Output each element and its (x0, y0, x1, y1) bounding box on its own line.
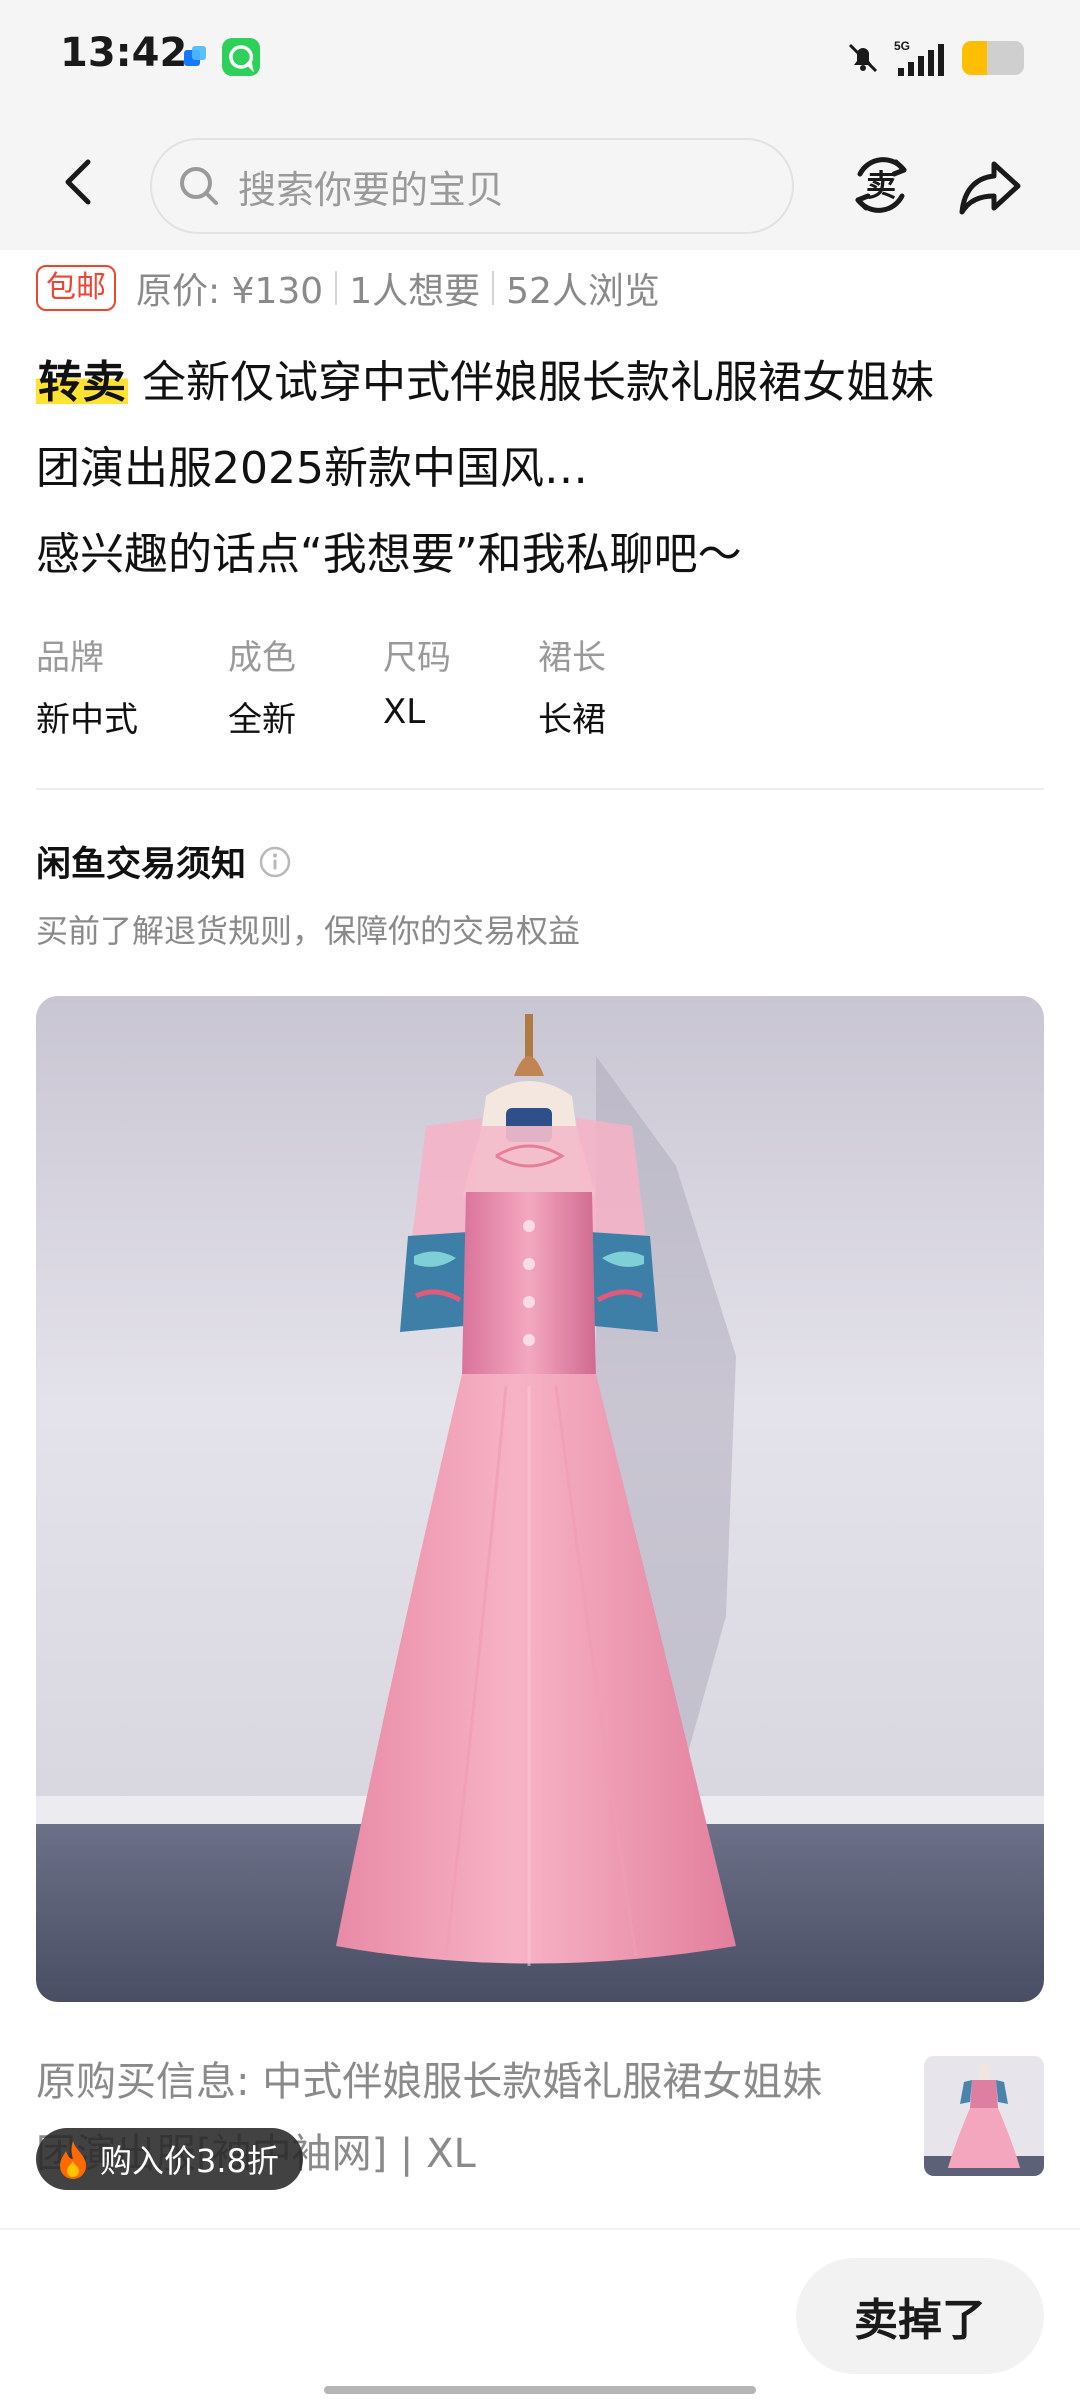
mark-sold-button[interactable]: 卖掉了 (796, 2258, 1044, 2374)
section-divider (36, 788, 1044, 790)
status-bar: 13:42 5G (0, 0, 1080, 120)
attribute-skirt-length: 裙长 长裙 (538, 630, 688, 741)
free-shipping-badge: 包邮 (36, 265, 116, 311)
resale-tag: 转卖 (36, 357, 128, 408)
search-placeholder: 搜索你要的宝贝 (238, 167, 505, 212)
trade-notice-subtitle: 买前了解退货规则，保障你的交易权益 (36, 912, 581, 950)
attribute-label: 尺码 (383, 638, 451, 678)
top-header: 搜索你要的宝贝 卖 (0, 120, 1080, 250)
wechat-notification-icon (222, 38, 260, 76)
svg-text:5G: 5G (894, 39, 910, 53)
attribute-label: 品牌 (36, 638, 104, 678)
flame-icon (60, 2141, 86, 2179)
bottom-action-bar: 卖掉了 (0, 2228, 1080, 2400)
purchase-info-line-1: 原购买信息: 中式伴娘服长款婚礼服裙女姐妹 (36, 2059, 823, 2105)
info-icon[interactable] (258, 845, 292, 879)
thumbnail-dress-image (924, 2056, 1044, 2176)
battery-level (962, 41, 987, 75)
attribute-label: 裙长 (538, 638, 606, 678)
search-input[interactable]: 搜索你要的宝贝 (150, 138, 794, 234)
meta-divider (335, 271, 338, 305)
attribute-value: 新中式 (36, 700, 138, 740)
mute-bell-icon (848, 43, 878, 73)
back-icon[interactable] (50, 152, 110, 212)
home-indicator[interactable] (324, 2386, 756, 2394)
product-photo[interactable] (36, 996, 1044, 2002)
search-icon (180, 167, 218, 205)
trade-notice[interactable]: 闲鱼交易须知 (36, 836, 292, 887)
attribute-value: 全新 (228, 700, 296, 740)
signal-icon: 5G (894, 39, 944, 76)
price-meta-row: 包邮 原价: ¥130 1人想要 52人浏览 (36, 262, 660, 314)
attribute-brand: 品牌 新中式 (36, 630, 228, 741)
title-line-2: 团演出服2025新款中国风… (36, 443, 588, 494)
app-notification-icon (184, 46, 206, 66)
listing-description: 感兴趣的话点“我想要”和我私聊吧～ (36, 529, 742, 580)
attributes-row: 品牌 新中式 成色 全新 尺码 XL 裙长 长裙 (36, 630, 688, 741)
meta-divider (492, 271, 495, 305)
sell-icon[interactable]: 卖 (846, 150, 916, 220)
purchase-thumbnail[interactable] (924, 2056, 1044, 2176)
wants-count: 1人想要 (349, 271, 481, 312)
attribute-size: 尺码 XL (383, 630, 538, 741)
title-line-1: 全新仅试穿中式伴娘服长款礼服裙女姐妹 (128, 357, 934, 408)
share-icon[interactable] (954, 150, 1026, 222)
battery-icon (962, 41, 1024, 75)
status-right-cluster: 5G (844, 38, 1024, 78)
discount-badge: 购入价3.8折 (36, 2128, 303, 2190)
discount-text: 购入价3.8折 (100, 2142, 279, 2180)
status-time: 13:42 (60, 30, 188, 76)
listing-title: 转卖 全新仅试穿中式伴娘服长款礼服裙女姐妹 团演出服2025新款中国风… 感兴趣… (36, 340, 1036, 598)
original-price: 原价: ¥130 (136, 271, 324, 312)
attribute-condition: 成色 全新 (228, 630, 383, 741)
dress-illustration (36, 996, 1044, 2002)
attribute-value: 长裙 (538, 700, 606, 740)
views-count: 52人浏览 (506, 271, 660, 312)
svg-text:卖: 卖 (866, 169, 896, 204)
attribute-label: 成色 (228, 638, 296, 678)
attribute-value: XL (383, 692, 426, 732)
trade-notice-title: 闲鱼交易须知 (36, 845, 247, 885)
